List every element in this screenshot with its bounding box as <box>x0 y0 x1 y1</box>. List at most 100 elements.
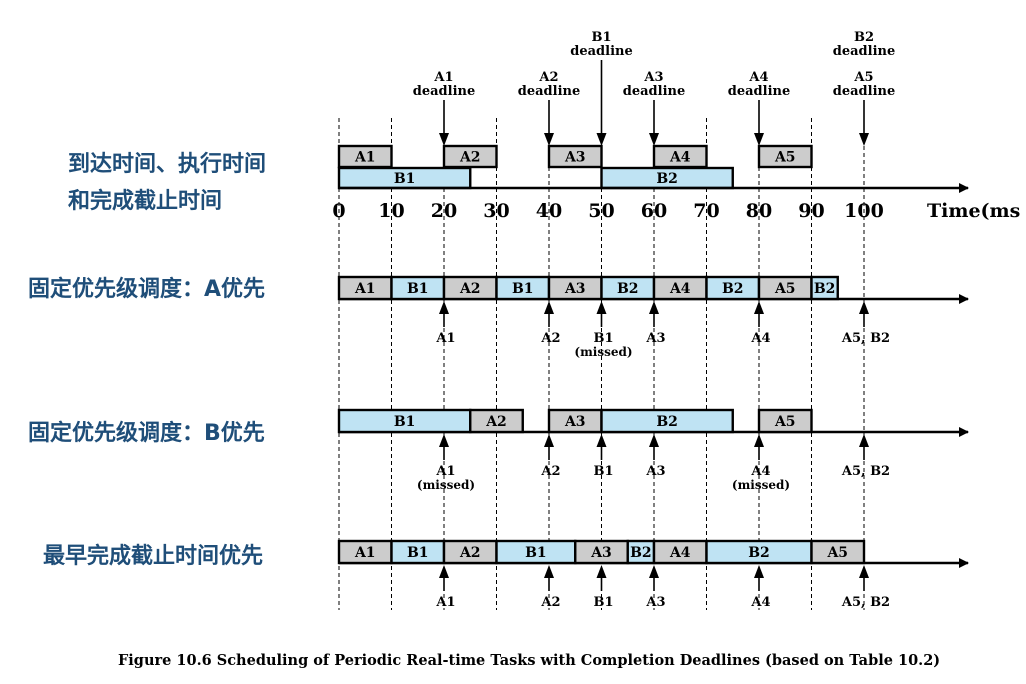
task-label-a1: A1 <box>354 150 376 166</box>
tick-label-20: 20 <box>431 200 457 222</box>
row-label-arrival-line2: 和完成截止时间 <box>68 189 223 214</box>
deadline-sub-b1: deadline <box>570 44 632 59</box>
schedule-rows: A1 B1 A2 B1 A3 B2 A4 B2 A5 B2A1 A2 B1(missed)A3 A4 A5… <box>337 275 969 610</box>
marker-label-edf-20: A1 <box>435 595 455 610</box>
marker-arrow-b-priority-20-head <box>439 434 449 447</box>
task-label-b1: B1 <box>407 545 429 561</box>
marker-label-a-priority-100: A5, B2 <box>841 331 890 346</box>
deadline-arrow-a5-head <box>859 133 869 146</box>
task-label-a5: A5 <box>826 545 848 561</box>
marker-arrow-b-priority-80-head <box>754 434 764 447</box>
tick-label-70: 70 <box>693 200 719 222</box>
marker-arrow-edf-100-head <box>859 565 869 578</box>
deadline-arrow-a4-head <box>754 133 764 146</box>
marker-label-b-priority-20: A1 <box>435 464 455 479</box>
task-label-a2: A2 <box>459 545 481 561</box>
marker-arrow-edf-80-head <box>754 565 764 578</box>
deadline-label-a3: A3 <box>643 70 663 85</box>
marker-arrow-a-priority-20-head <box>439 301 449 314</box>
task-label-b2: B2 <box>630 545 652 561</box>
row-label-b-priority: 固定优先级调度：B优先 <box>28 421 265 446</box>
schedule-row-a-priority: A1 B1 A2 B1 A3 B2 A4 B2 A5 B2A1 A2 B1(missed)A3 A4 A5… <box>337 275 969 359</box>
tick-label-0: 0 <box>332 200 345 222</box>
figure-caption: Figure 10.6 Scheduling of Periodic Real-… <box>118 652 941 669</box>
tick-label-10: 10 <box>378 200 404 222</box>
task-label-b1: B1 <box>407 281 429 297</box>
tick-label-60: 60 <box>641 200 667 222</box>
marker-arrow-edf-40-head <box>544 565 554 578</box>
deadline-sub-a3: deadline <box>623 84 685 99</box>
tick-label-100: 100 <box>844 200 884 222</box>
schedule-row-edf: A1 B1 A2 B1 A3 B2 A4 B2 A5 A1 A2 B1 A3 A4 A5, B2 <box>337 539 969 610</box>
axis-unit-label: Time(ms <box>927 200 1020 222</box>
deadline-markers: A1deadlineA2deadlineB1deadlineA3deadline… <box>413 30 895 146</box>
marker-note-b-priority-20: (missed) <box>417 478 475 492</box>
marker-arrow-edf-50-head <box>596 565 607 578</box>
marker-note-b-priority-80: (missed) <box>732 478 790 492</box>
task-label-a2: A2 <box>459 281 481 297</box>
task-label-a1: A1 <box>354 545 376 561</box>
arrival-row: A1 A2 A3 A4 A5 B1 B2 <box>337 144 813 190</box>
marker-label-b-priority-50: B1 <box>593 464 613 479</box>
tick-label-90: 90 <box>798 200 824 222</box>
deadline-sub-b2: deadline <box>833 44 895 59</box>
deadline-label-a4: A4 <box>748 70 768 85</box>
timeline-diagram: A1deadlineA2deadlineB1deadlineA3deadline… <box>332 30 1020 610</box>
task-label-a2: A2 <box>485 414 507 430</box>
task-label-a5: A5 <box>774 414 796 430</box>
task-label-b2: B2 <box>814 281 836 297</box>
marker-arrow-a-priority-100-head <box>859 301 869 314</box>
deadline-sub-a4: deadline <box>728 84 790 99</box>
marker-arrow-b-priority-100-head <box>859 434 869 447</box>
deadline-label-b2: B2 <box>854 30 874 45</box>
marker-note-a-priority-50: (missed) <box>574 345 632 359</box>
deadline-sub-a1: deadline <box>413 84 475 99</box>
marker-label-a-priority-80: A4 <box>750 331 770 346</box>
tick-label-80: 80 <box>746 200 772 222</box>
marker-arrow-edf-60-head <box>649 565 659 578</box>
task-label-a3: A3 <box>564 281 586 297</box>
marker-label-edf-100: A5, B2 <box>841 595 890 610</box>
row-label-arrival-line1: 到达时间、执行时间 <box>68 152 267 177</box>
marker-label-b-priority-60: A3 <box>645 464 665 479</box>
task-label-b2: B2 <box>617 281 639 297</box>
task-label-b1: B1 <box>525 545 547 561</box>
task-label-b2: B2 <box>748 545 770 561</box>
deadline-arrow-a1-head <box>439 133 449 146</box>
marker-label-edf-50: B1 <box>593 595 613 610</box>
task-label-a3: A3 <box>564 414 586 430</box>
task-label-b2: B2 <box>656 171 678 187</box>
task-label-b1: B1 <box>394 414 416 430</box>
deadline-label-b1: B1 <box>591 30 611 45</box>
task-label-b1: B1 <box>394 171 416 187</box>
marker-label-a-priority-50: B1 <box>593 331 613 346</box>
scheduling-figure: A1 deadline A2 deadline B1 deadline A3 deadline… <box>0 0 1026 679</box>
task-label-b2: B2 <box>722 281 744 297</box>
tick-label-30: 30 <box>483 200 509 222</box>
marker-label-b-priority-100: A5, B2 <box>841 464 890 479</box>
deadline-arrow-a3-head <box>649 133 659 146</box>
marker-arrow-a-priority-60-head <box>649 301 659 314</box>
deadline-label-a1: A1 <box>433 70 453 85</box>
marker-label-edf-80: A4 <box>750 595 770 610</box>
task-label-a1: A1 <box>354 281 376 297</box>
deadline-label-a5: A5 <box>853 70 873 85</box>
deadline-arrow-b1-head <box>596 133 607 146</box>
deadline-sub-a2: deadline <box>518 84 580 99</box>
marker-label-a-priority-20: A1 <box>435 331 455 346</box>
marker-label-edf-40: A2 <box>540 595 560 610</box>
marker-label-a-priority-60: A3 <box>645 331 665 346</box>
time-axis: 0 10 20 30 40 50 60 70 80 90 100 Time(ms <box>332 183 1020 222</box>
row-label-edf: 最早完成截止时间优先 <box>43 544 264 569</box>
row-label-a-priority: 固定优先级调度：A优先 <box>28 277 266 302</box>
marker-arrow-a-priority-40-head <box>544 301 554 314</box>
tick-label-50: 50 <box>588 200 614 222</box>
marker-label-edf-60: A3 <box>645 595 665 610</box>
marker-label-a-priority-40: A2 <box>540 331 560 346</box>
deadline-label-a2: A2 <box>538 70 558 85</box>
task-label-a5: A5 <box>774 150 796 166</box>
marker-arrow-a-priority-80-head <box>754 301 764 314</box>
marker-arrow-b-priority-40-head <box>544 434 554 447</box>
task-label-a3: A3 <box>564 150 586 166</box>
task-label-a5: A5 <box>774 281 796 297</box>
